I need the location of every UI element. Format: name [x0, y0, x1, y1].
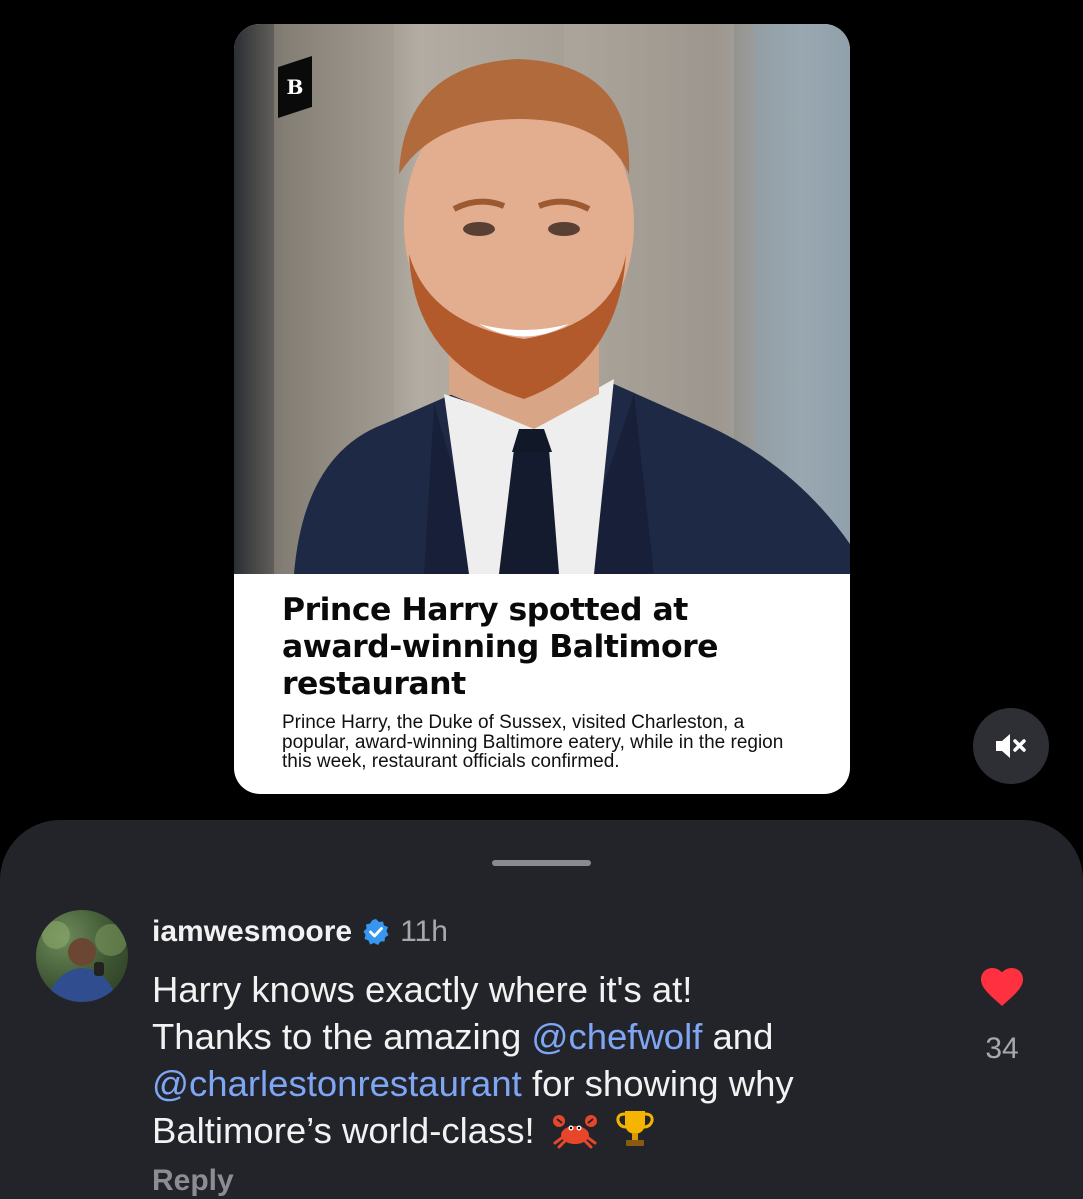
trophy-emoji — [616, 1111, 654, 1146]
article-summary: Prince Harry, the Duke of Sussex, visite… — [282, 712, 784, 772]
reply-button[interactable]: Reply — [152, 1164, 234, 1198]
like-count: 34 — [985, 1032, 1019, 1065]
mention-link[interactable]: @chefwolf — [531, 1016, 702, 1057]
comment-line: and — [702, 1016, 774, 1057]
comments-sheet: iamwesmoore 11h Harry knows exactly wher… — [0, 820, 1083, 1199]
sheet-grabber[interactable] — [492, 860, 591, 866]
mention-link[interactable]: @charlestonrestaurant — [152, 1063, 522, 1104]
comment-timestamp: 11h — [400, 915, 448, 948]
comment-header: iamwesmoore 11h — [152, 912, 448, 952]
heart-icon[interactable] — [978, 964, 1026, 1008]
crab-emoji — [552, 1115, 597, 1149]
article-text: Prince Harry spotted at award-winning Ba… — [234, 574, 850, 794]
comment-text: Harry knows exactly where it's at! Thank… — [152, 966, 942, 1154]
mute-button[interactable] — [973, 708, 1049, 784]
comment-username[interactable]: iamwesmoore — [152, 915, 352, 949]
article-headline: Prince Harry spotted at award-winning Ba… — [282, 592, 719, 702]
avatar[interactable] — [36, 910, 128, 1002]
comment-line: Thanks to the amazing — [152, 1016, 532, 1057]
speaker-muted-icon — [996, 734, 1026, 758]
comment-line: Baltimore’s world-class! — [152, 1110, 535, 1151]
comment-line: Harry knows exactly where it's at! — [152, 969, 693, 1010]
reel-screen: B Prince Harry spotted at award-winning … — [0, 0, 1083, 1199]
comment-line: for showing why — [521, 1063, 794, 1104]
article-photo: B — [234, 24, 850, 574]
verified-badge-icon — [363, 919, 389, 945]
article-card[interactable]: B Prince Harry spotted at award-winning … — [234, 24, 850, 794]
